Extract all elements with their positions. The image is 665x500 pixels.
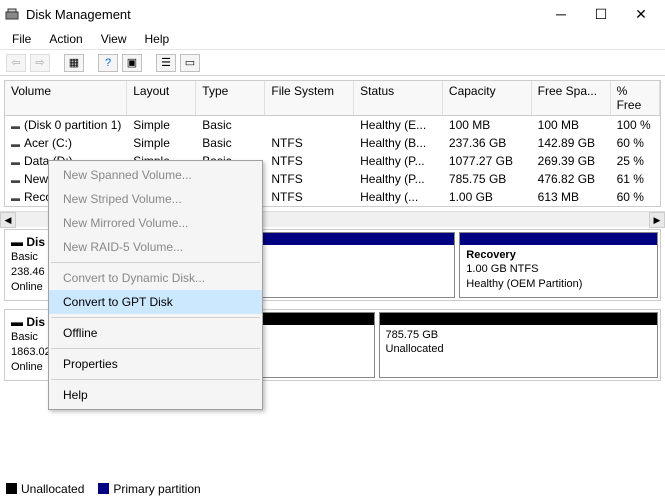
cell: (Disk 0 partition 1) [5,116,127,134]
cell: NTFS [265,134,354,152]
menu-file[interactable]: File [4,30,39,47]
col-free[interactable]: Free Spa... [532,81,611,115]
scroll-right-icon[interactable]: ▶ [649,212,665,228]
cell: Healthy (E... [354,116,443,134]
ctx-new-spanned[interactable]: New Spanned Volume... [49,163,262,187]
help-icon[interactable]: ? [98,54,118,72]
recovery-name: Recovery [466,248,651,262]
cell: Healthy (B... [354,134,443,152]
cell: 100 % [611,116,660,134]
recovery-size: 1.00 GB NTFS [466,262,651,276]
cell: 100 MB [532,116,611,134]
cell: Simple [127,116,196,134]
col-type[interactable]: Type [196,81,265,115]
menu-help[interactable]: Help [137,30,178,47]
cell: Basic [196,134,265,152]
legend-unallocated: Unallocated [6,482,84,496]
maximize-button[interactable]: ☐ [581,0,621,28]
col-volume[interactable]: Volume [5,81,127,115]
cell: 613 MB [532,188,611,206]
cell: 476.82 GB [532,170,611,188]
cell: Healthy (P... [354,152,443,170]
cell: 785.75 GB [443,170,532,188]
ctx-convert-dynamic[interactable]: Convert to Dynamic Disk... [49,266,262,290]
disk1-unalloc-2[interactable]: 785.75 GB Unallocated [379,312,659,378]
cell: 1077.27 GB [443,152,532,170]
ctx-new-raid5[interactable]: New RAID-5 Volume... [49,235,262,259]
toolbar: ⇦ ⇨ ▦ ? ▣ ☰ ▭ [0,50,665,76]
col-capacity[interactable]: Capacity [443,81,532,115]
cell: NTFS [265,170,354,188]
cell: 142.89 GB [532,134,611,152]
cell: Healthy (... [354,188,443,206]
cell: 100 MB [443,116,532,134]
col-layout[interactable]: Layout [127,81,196,115]
toolbar-btn-2[interactable]: ▣ [122,54,142,72]
col-pct[interactable]: % Free [611,81,660,115]
cell: NTFS [265,152,354,170]
disk1-p2-size: 785.75 GB [386,328,652,342]
disk1-name: Dis [26,315,45,329]
legend-primary: Primary partition [98,482,200,496]
cell: 1.00 GB [443,188,532,206]
col-status[interactable]: Status [354,81,443,115]
context-menu: New Spanned Volume... New Striped Volume… [48,160,263,410]
recovery-status: Healthy (OEM Partition) [466,277,651,291]
cell: Simple [127,134,196,152]
app-icon [4,6,20,22]
cell [265,116,354,134]
volume-row[interactable]: (Disk 0 partition 1)SimpleBasic Healthy (… [5,116,660,134]
legend: Unallocated Primary partition [6,482,201,496]
cell: NTFS [265,188,354,206]
menu-view[interactable]: View [93,30,135,47]
menu-action[interactable]: Action [41,30,90,47]
cell: 237.36 GB [443,134,532,152]
toolbar-btn-3[interactable]: ☰ [156,54,176,72]
ctx-properties[interactable]: Properties [49,352,262,376]
toolbar-btn-1[interactable]: ▦ [64,54,84,72]
minimize-button[interactable]: ─ [541,0,581,28]
window-title: Disk Management [26,7,541,22]
volume-row[interactable]: Acer (C:)SimpleBasicNTFSHealthy (B...237… [5,134,660,152]
cell: 25 % [611,152,660,170]
column-headers: Volume Layout Type File System Status Ca… [5,81,660,116]
cell: Basic [196,116,265,134]
toolbar-btn-4[interactable]: ▭ [180,54,200,72]
disk0-partition-recovery[interactable]: Recovery 1.00 GB NTFS Healthy (OEM Parti… [459,232,658,298]
cell: 61 % [611,170,660,188]
ctx-convert-gpt[interactable]: Convert to GPT Disk [49,290,262,314]
ctx-help[interactable]: Help [49,383,262,407]
ctx-offline[interactable]: Offline [49,321,262,345]
back-button[interactable]: ⇦ [6,54,26,72]
cell: 269.39 GB [532,152,611,170]
forward-button[interactable]: ⇨ [30,54,50,72]
disk1-p2-status: Unallocated [386,342,652,356]
cell: Healthy (P... [354,170,443,188]
cell: Acer (C:) [5,134,127,152]
menubar: File Action View Help [0,28,665,50]
ctx-new-striped[interactable]: New Striped Volume... [49,187,262,211]
col-fs[interactable]: File System [265,81,354,115]
disk0-name: Dis [26,235,45,249]
cell: 60 % [611,134,660,152]
ctx-new-mirrored[interactable]: New Mirrored Volume... [49,211,262,235]
close-button[interactable]: ✕ [621,0,661,28]
scroll-left-icon[interactable]: ◀ [0,212,16,228]
cell: 60 % [611,188,660,206]
